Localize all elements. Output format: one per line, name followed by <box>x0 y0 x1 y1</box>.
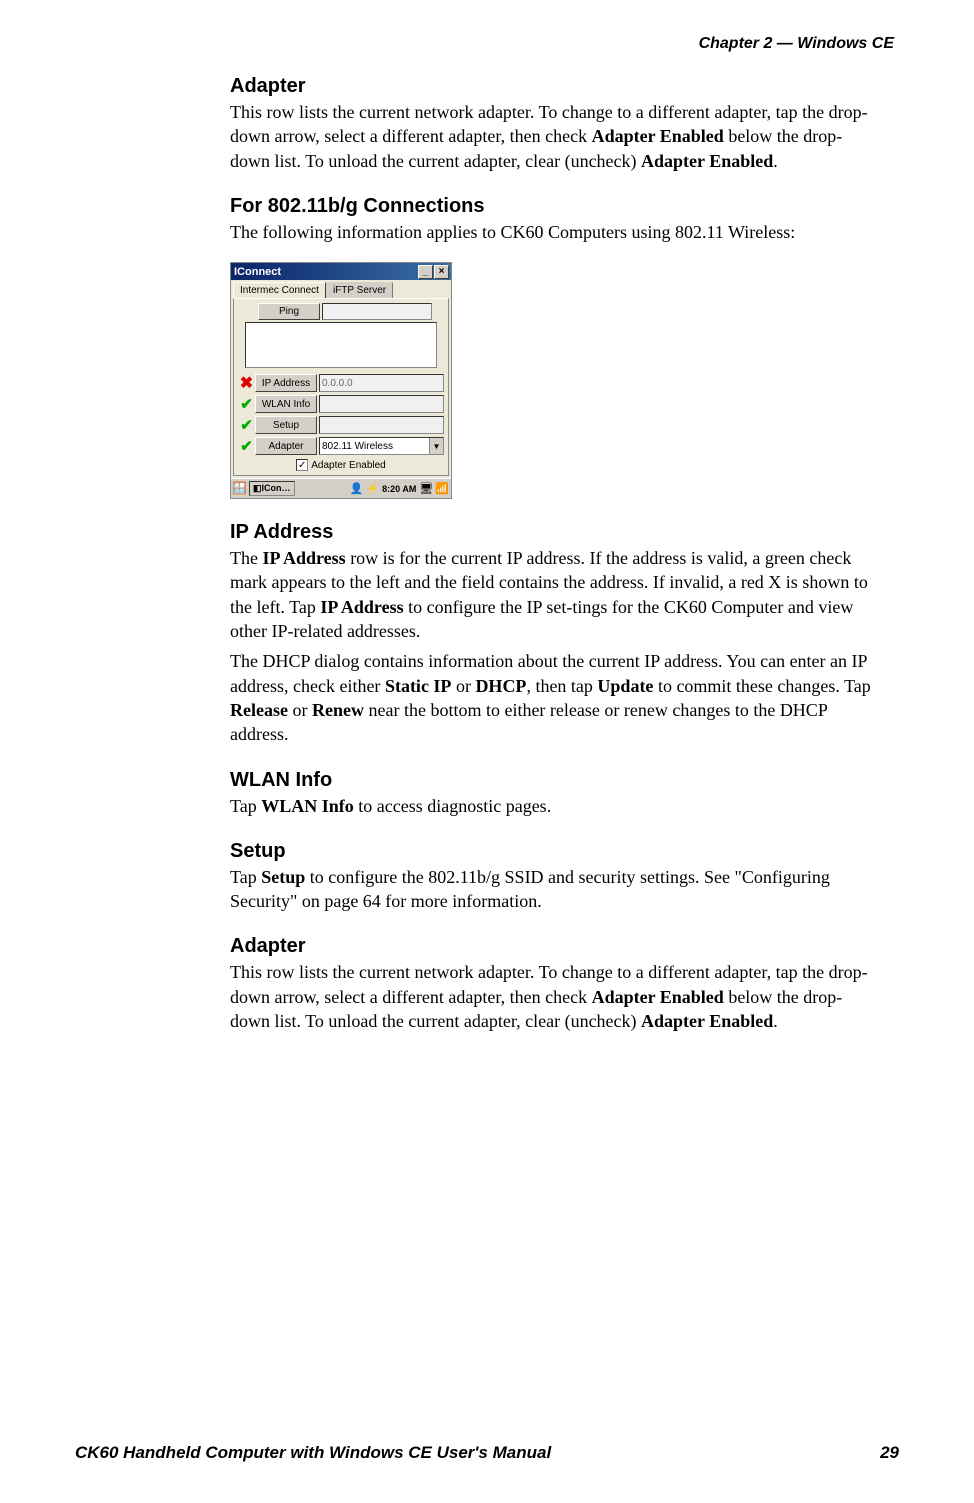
bold-span: Adapter Enabled <box>641 151 773 171</box>
connections-heading: For 802.11b/g Connections <box>230 195 879 218</box>
bold-span: IP Address <box>262 548 345 568</box>
ip-address-text-1: The IP Address row is for the current IP… <box>230 546 879 643</box>
adapter-enabled-row: ✓ Adapter Enabled <box>238 459 444 471</box>
chapter-header: Chapter 2 — Windows CE <box>75 30 899 53</box>
text-span: Tap <box>230 867 261 887</box>
tab-content: Ping ✖ IP Address 0.0.0.0 ✔ WLAN Info <box>233 298 449 476</box>
text-span: to commit these changes. Tap <box>653 676 870 696</box>
wlan-info-button[interactable]: WLAN Info <box>255 395 317 413</box>
taskbar-app[interactable]: ◧ICon… <box>249 481 295 496</box>
adapter-enabled-label: Adapter Enabled <box>311 460 386 471</box>
ip-address-field: 0.0.0.0 <box>319 374 444 392</box>
iconnect-dialog: IConnect _ × Intermec Connect iFTP Serve… <box>230 262 452 499</box>
tray-icon-2[interactable]: ⚡ <box>365 482 379 495</box>
wlan-info-row: ✔ WLAN Info <box>238 395 444 413</box>
text-span: The <box>230 548 262 568</box>
footer-title: CK60 Handheld Computer with Windows CE U… <box>75 1443 551 1463</box>
adapter-heading-1: Adapter <box>230 75 879 98</box>
text-span: to access diagnostic pages. <box>354 796 551 816</box>
check-icon: ✔ <box>238 396 255 413</box>
bold-span: Static IP <box>385 676 452 696</box>
start-icon[interactable]: 🪟 <box>232 481 248 497</box>
tray-icon-1[interactable]: 👤 <box>350 482 364 495</box>
check-icon: ✔ <box>238 417 255 434</box>
clock: 8:20 AM <box>382 484 416 494</box>
footer: CK60 Handheld Computer with Windows CE U… <box>75 1443 899 1463</box>
setup-heading: Setup <box>230 840 879 863</box>
tab-row: Intermec Connect iFTP Server <box>231 280 451 298</box>
tray-icon-3[interactable]: 🖥 <box>419 482 433 495</box>
page: Chapter 2 — Windows CE Adapter This row … <box>0 0 974 1503</box>
bold-span: Release <box>230 700 288 720</box>
adapter-enabled-checkbox[interactable]: ✓ <box>296 459 308 471</box>
bold-span: DHCP <box>475 676 526 696</box>
ip-address-heading: IP Address <box>230 521 879 544</box>
setup-row: ✔ Setup <box>238 416 444 434</box>
tab-intermec-connect[interactable]: Intermec Connect <box>233 282 326 298</box>
taskbar[interactable]: 🪟 ◧ICon… 👤 ⚡ 8:20 AM 🖥 📶 <box>231 478 451 498</box>
bold-span: Adapter Enabled <box>641 1011 773 1031</box>
setup-field <box>319 416 444 434</box>
setup-button[interactable]: Setup <box>255 416 317 434</box>
ping-row: Ping <box>238 303 444 320</box>
app-label: ICon… <box>262 483 291 493</box>
x-icon: ✖ <box>238 375 255 392</box>
text-span: . <box>773 1011 778 1031</box>
tray-icon-4[interactable]: 📶 <box>435 482 449 495</box>
text-span: to configure the 802.11b/g SSID and secu… <box>230 867 830 911</box>
ping-field[interactable] <box>322 303 432 320</box>
text-span: , then tap <box>526 676 597 696</box>
bold-span: WLAN Info <box>261 796 354 816</box>
content-area: Adapter This row lists the current netwo… <box>230 75 879 1033</box>
text-span: or <box>288 700 312 720</box>
wlan-info-field <box>319 395 444 413</box>
bold-span: Adapter Enabled <box>592 987 724 1007</box>
ping-button[interactable]: Ping <box>258 303 320 320</box>
chevron-down-icon[interactable]: ▼ <box>429 438 443 454</box>
adapter-row: ✔ Adapter 802.11 Wireless ▼ <box>238 437 444 455</box>
connections-text: The following information applies to CK6… <box>230 220 879 244</box>
text-span: or <box>451 676 475 696</box>
adapter-text-1: This row lists the current network adapt… <box>230 100 879 173</box>
adapter-dropdown[interactable]: 802.11 Wireless ▼ <box>319 437 444 455</box>
page-number: 29 <box>880 1443 899 1463</box>
ip-address-row: ✖ IP Address 0.0.0.0 <box>238 374 444 392</box>
text-span: Tap <box>230 796 261 816</box>
bold-span: Update <box>597 676 653 696</box>
wlan-info-heading: WLAN Info <box>230 769 879 792</box>
tab-iftp-server[interactable]: iFTP Server <box>326 282 393 298</box>
bold-span: Setup <box>261 867 305 887</box>
adapter-button[interactable]: Adapter <box>255 437 317 455</box>
app-icon: ◧ <box>253 483 262 493</box>
check-icon: ✔ <box>238 438 255 455</box>
ip-address-text-2: The DHCP dialog contains information abo… <box>230 649 879 746</box>
adapter-value: 802.11 Wireless <box>322 441 393 452</box>
wlan-info-text: Tap WLAN Info to access diagnostic pages… <box>230 794 879 818</box>
text-span: . <box>773 151 778 171</box>
bold-span: Renew <box>312 700 364 720</box>
adapter-text-2: This row lists the current network adapt… <box>230 960 879 1033</box>
adapter-heading-2: Adapter <box>230 935 879 958</box>
bold-span: Adapter Enabled <box>592 126 724 146</box>
titlebar-text: IConnect <box>233 266 417 278</box>
ip-address-button[interactable]: IP Address <box>255 374 317 392</box>
output-textarea[interactable] <box>245 322 437 368</box>
minimize-button[interactable]: _ <box>418 265 433 279</box>
setup-text: Tap Setup to configure the 802.11b/g SSI… <box>230 865 879 914</box>
bold-span: IP Address <box>320 597 403 617</box>
close-button[interactable]: × <box>434 265 449 279</box>
titlebar[interactable]: IConnect _ × <box>231 263 451 280</box>
